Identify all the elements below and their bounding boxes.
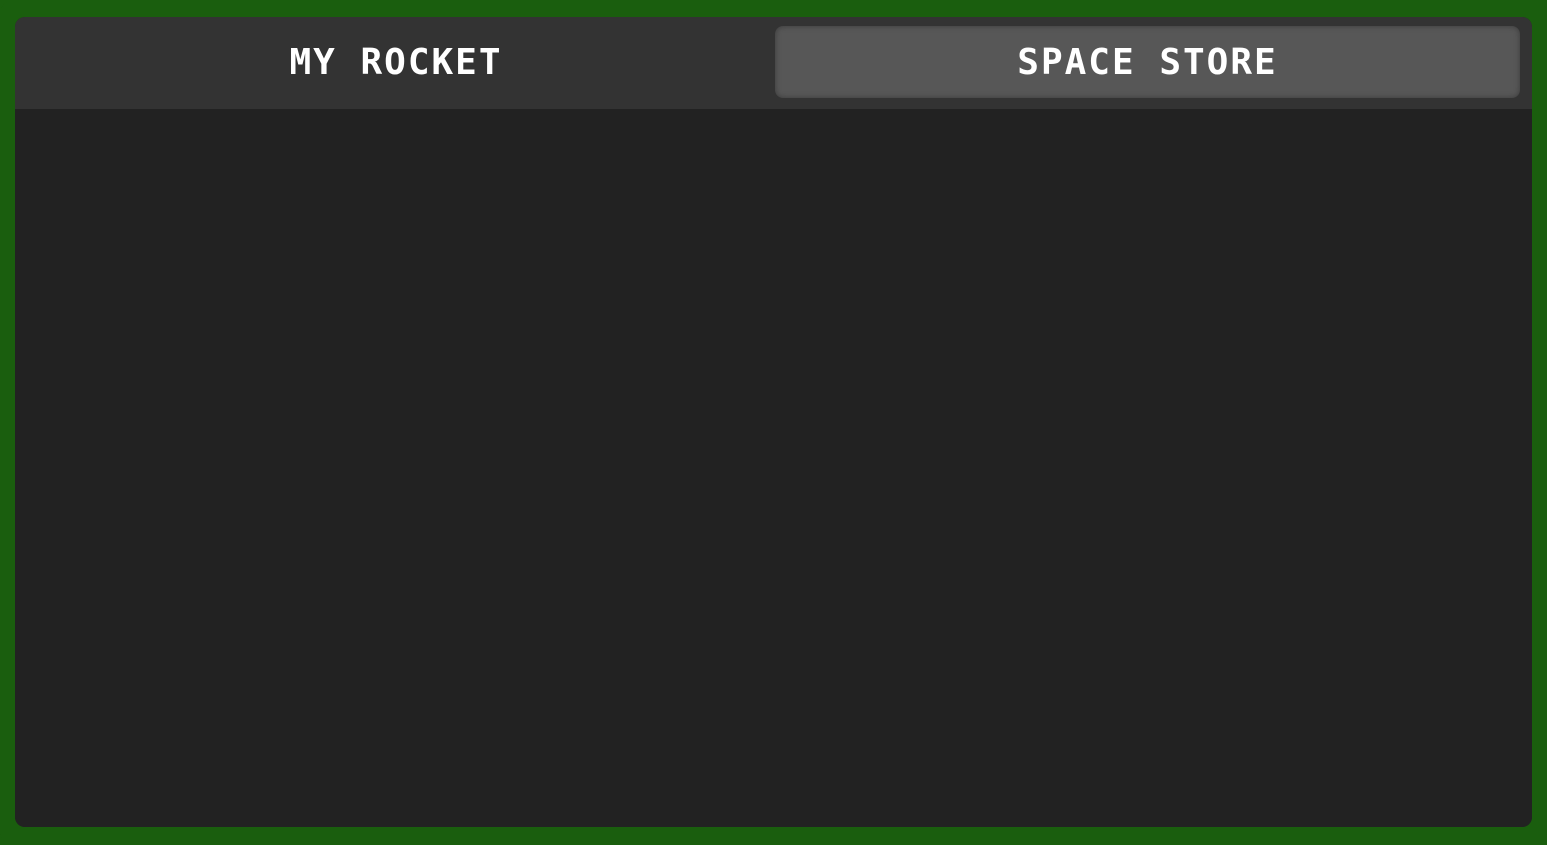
tab-bar: MY ROCKET SPACE STORE [15, 17, 1532, 109]
tab-space-store-label: SPACE STORE [1017, 41, 1278, 83]
tab-content-area [15, 109, 1532, 827]
tab-my-rocket[interactable]: MY ROCKET [25, 26, 767, 98]
tab-my-rocket-label: MY ROCKET [289, 41, 503, 83]
tab-space-store[interactable]: SPACE STORE [775, 26, 1520, 98]
game-window-frame: MY ROCKET SPACE STORE [0, 0, 1547, 845]
main-panel: MY ROCKET SPACE STORE [15, 17, 1532, 827]
